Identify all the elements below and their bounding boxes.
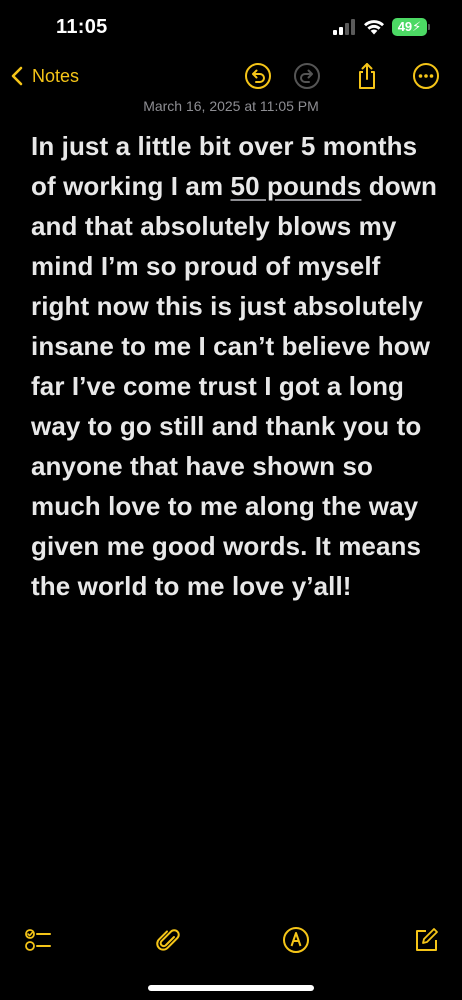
wifi-icon (364, 20, 384, 35)
battery-level: 49 (397, 19, 413, 34)
paperclip-icon[interactable] (154, 926, 182, 954)
battery-indicator: 49⚡ (392, 18, 427, 36)
redo-icon[interactable] (293, 62, 321, 90)
charging-bolt-icon: ⚡ (412, 19, 422, 34)
markup-icon[interactable] (282, 926, 310, 954)
nav-bar: Notes (0, 58, 462, 94)
back-button-label: Notes (32, 65, 80, 86)
battery-cap (428, 24, 430, 30)
back-button[interactable]: Notes (10, 58, 79, 94)
note-body[interactable]: In just a little bit over 5 months of wo… (31, 126, 443, 606)
status-time: 11:05 (56, 16, 108, 38)
note-date: March 16, 2025 at 11:05 PM (143, 98, 319, 114)
detected-measurement-link[interactable]: 50 pounds (231, 171, 362, 201)
note-text-end: down and that absolutely blows my mind I… (31, 171, 438, 601)
undo-icon[interactable] (244, 62, 272, 90)
checklist-icon[interactable] (24, 926, 52, 954)
home-indicator[interactable] (148, 985, 314, 991)
cellular-signal-icon (333, 19, 355, 35)
more-icon[interactable] (412, 62, 440, 90)
share-icon[interactable] (353, 62, 381, 90)
compose-icon[interactable] (412, 926, 440, 954)
bottom-toolbar (0, 924, 462, 956)
chevron-left-icon (11, 66, 23, 86)
status-bar: 11:05 49⚡ (0, 0, 462, 54)
